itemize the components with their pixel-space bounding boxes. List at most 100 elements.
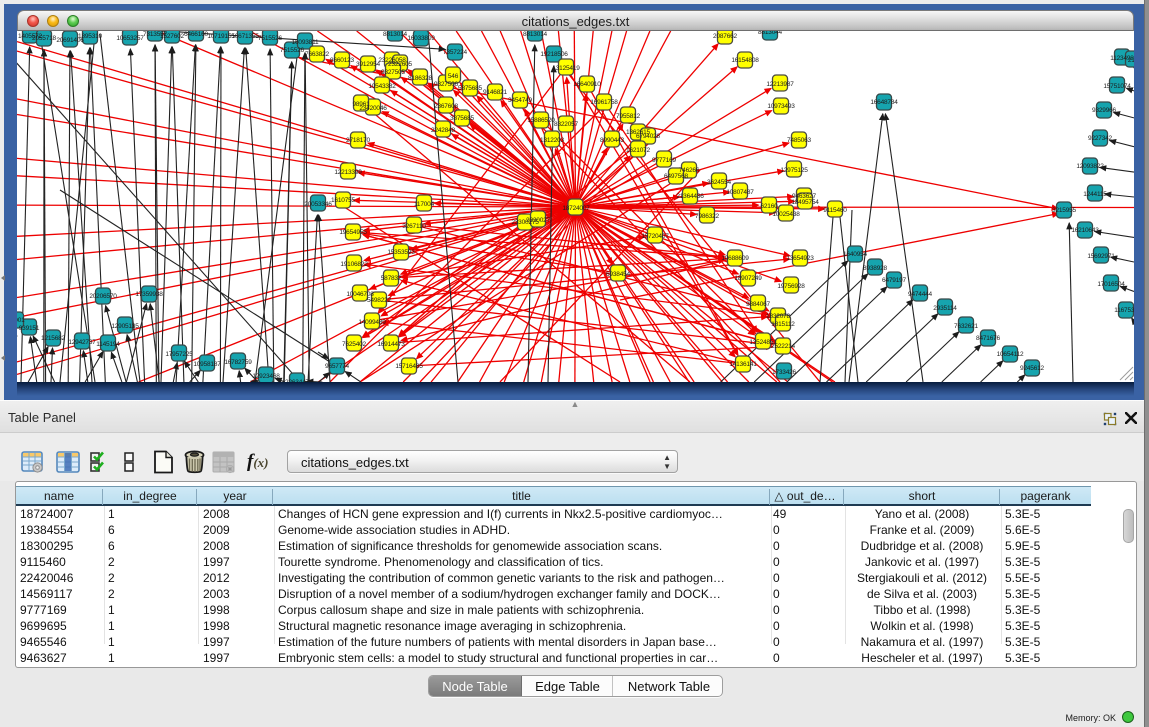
svg-text:12093822: 12093822 (1076, 163, 1104, 170)
svg-text:117004: 117004 (414, 201, 435, 208)
svg-text:1312203: 1312203 (540, 137, 564, 144)
svg-text:18907249: 18907249 (734, 275, 762, 282)
svg-text:587832: 587832 (381, 275, 402, 282)
svg-text:20053346: 20053346 (304, 201, 332, 208)
svg-text:15720407: 15720407 (641, 233, 669, 240)
svg-text:62160: 62160 (760, 203, 778, 210)
svg-text:10654112: 10654112 (997, 351, 1024, 358)
svg-text:16648784: 16648784 (870, 99, 898, 106)
svg-text:3624554: 3624554 (707, 179, 731, 186)
svg-text:6938454: 6938454 (606, 271, 630, 278)
svg-text:7632621: 7632621 (954, 323, 978, 330)
svg-text:17359938: 17359938 (135, 291, 163, 298)
svg-text:7663822: 7663822 (305, 51, 329, 58)
svg-text:546: 546 (448, 73, 459, 80)
svg-text:9245612: 9245612 (1020, 365, 1044, 372)
svg-text:7515526: 7515526 (258, 35, 282, 42)
svg-text:15886520: 15886520 (527, 117, 555, 124)
svg-text:14136141: 14136141 (729, 361, 757, 368)
svg-text:12942737: 12942737 (68, 339, 96, 346)
svg-text:21364436: 21364436 (676, 193, 704, 200)
svg-text:9777169: 9777169 (652, 157, 676, 164)
svg-text:939151: 939151 (19, 325, 40, 332)
svg-text:8471676: 8471676 (976, 335, 1000, 342)
svg-text:1145194: 1145194 (96, 341, 120, 348)
svg-text:9657774: 9657774 (325, 363, 349, 370)
svg-text:19654955: 19654955 (339, 229, 367, 236)
svg-text:8990443: 8990443 (600, 137, 624, 144)
svg-text:16961758: 16961758 (590, 99, 618, 106)
svg-text:16210643: 16210643 (1071, 227, 1099, 234)
svg-text:6497568: 6497568 (664, 173, 688, 180)
svg-text:12905135: 12905135 (111, 323, 139, 330)
svg-text:8186328: 8186328 (408, 75, 432, 82)
svg-text:9227342: 9227342 (1088, 135, 1112, 142)
svg-text:7955812: 7955812 (616, 113, 640, 120)
svg-text:7485063: 7485063 (787, 137, 811, 144)
svg-text:19756928: 19756928 (777, 283, 805, 290)
svg-text:1244115: 1244115 (1083, 191, 1107, 198)
svg-text:98961: 98961 (352, 101, 370, 108)
svg-text:15751074: 15751074 (1103, 83, 1131, 90)
svg-text:16033809: 16033809 (407, 35, 435, 42)
svg-text:13654923: 13654923 (786, 255, 814, 262)
svg-text:3454749: 3454749 (508, 97, 532, 104)
svg-text:16640910: 16640910 (573, 81, 601, 88)
svg-text:1815112: 1815112 (771, 321, 795, 328)
svg-text:12923468: 12923468 (252, 373, 280, 380)
svg-text:9327505: 9327505 (381, 69, 405, 76)
svg-text:2055718: 2055718 (32, 35, 56, 42)
svg-text:2935114: 2935114 (933, 305, 957, 312)
svg-text:9115460: 9115460 (823, 207, 847, 214)
svg-text:7986322: 7986322 (695, 213, 719, 220)
svg-text:12975125: 12975125 (780, 167, 808, 174)
svg-text:1215682: 1215682 (41, 335, 65, 342)
svg-text:9327506: 9327506 (434, 81, 458, 88)
svg-text:1621072: 1621072 (626, 147, 650, 154)
svg-text:9474444: 9474444 (908, 291, 932, 298)
svg-text:2322605: 2322605 (388, 61, 412, 68)
svg-text:8938928: 8938928 (863, 265, 887, 272)
svg-text:15692971: 15692971 (1087, 253, 1115, 260)
svg-text:85001: 85001 (17, 317, 25, 324)
svg-text:6794028: 6794028 (636, 133, 660, 140)
svg-text:8660123: 8660123 (330, 57, 354, 64)
svg-text:18495754: 18495754 (791, 199, 819, 206)
svg-text:6466160: 6466160 (184, 31, 208, 38)
svg-text:12213987: 12213987 (766, 81, 794, 88)
svg-text:10807487: 10807487 (726, 189, 754, 196)
svg-text:5498222: 5498222 (367, 297, 391, 304)
svg-text:16154808: 16154808 (731, 57, 759, 64)
svg-text:3215955: 3215955 (1052, 207, 1076, 214)
svg-text:15716485: 15716485 (395, 363, 423, 370)
svg-text:2718170: 2718170 (346, 137, 370, 144)
svg-text:8813044: 8813044 (758, 31, 782, 36)
svg-text:20206570: 20206570 (89, 293, 117, 300)
svg-text:3912954: 3912954 (356, 61, 380, 68)
svg-text:16782759: 16782759 (224, 359, 252, 366)
svg-text:9884067: 9884067 (746, 301, 770, 308)
svg-text:6479197: 6479197 (882, 277, 906, 284)
svg-text:1895310: 1895310 (78, 33, 102, 40)
svg-text:212: 212 (1128, 57, 1134, 64)
svg-text:2367608: 2367608 (434, 103, 458, 110)
svg-text:17957225: 17957225 (165, 351, 193, 358)
svg-text:17016504: 17016504 (1097, 281, 1125, 288)
svg-text:10543382: 10543382 (368, 83, 396, 90)
svg-text:16671355: 16671355 (231, 33, 259, 40)
svg-text:2087662: 2087662 (713, 33, 737, 40)
svg-text:10653257: 10653257 (116, 35, 144, 42)
svg-text:1610755: 1610755 (331, 197, 355, 204)
svg-text:1733426: 1733426 (772, 369, 796, 376)
svg-text:3875685: 3875685 (450, 115, 474, 122)
svg-text:2263447: 2263447 (285, 379, 309, 382)
svg-text:8322057: 8322057 (554, 121, 578, 128)
svg-text:5875685: 5875685 (458, 85, 482, 92)
svg-text:9329966: 9329966 (1092, 107, 1116, 114)
svg-text:10973493: 10973493 (767, 103, 795, 110)
svg-text:2522214: 2522214 (771, 343, 795, 350)
svg-text:1832078: 1832078 (766, 313, 790, 320)
svg-text:1167534: 1167534 (1114, 307, 1134, 314)
svg-text:1527602: 1527602 (160, 33, 184, 40)
svg-text:7625402: 7625402 (342, 341, 366, 348)
